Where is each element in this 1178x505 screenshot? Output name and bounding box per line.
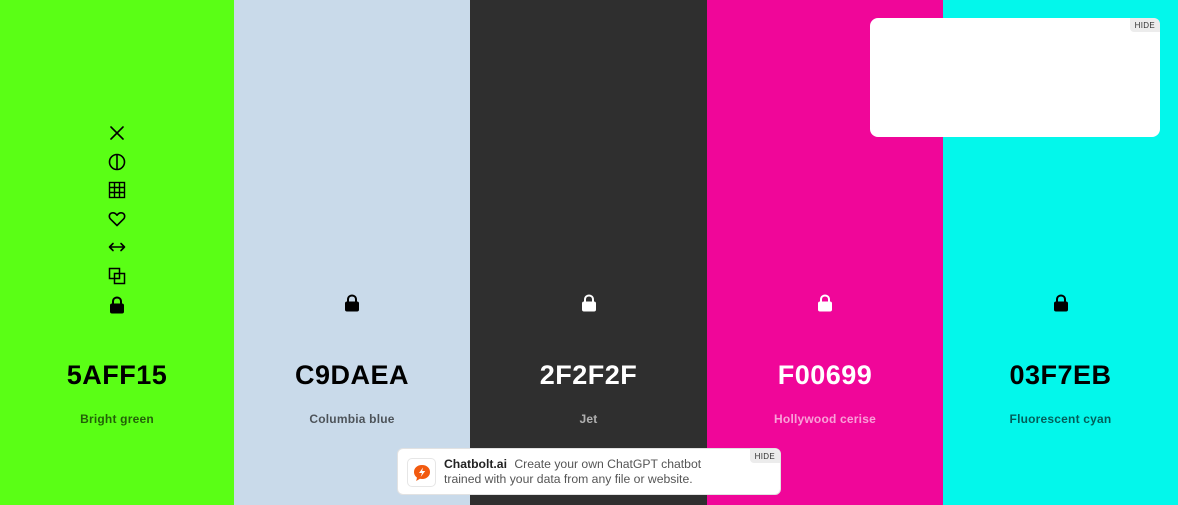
swatch-3[interactable]: 2F2F2F Jet [470,0,707,505]
chatbolt-text: Chatbolt.ai Create your own ChatGPT chat… [444,457,734,487]
color-name: Jet [579,412,598,426]
ad-hide-button[interactable]: HIDE [1129,18,1160,32]
hex-code[interactable]: F00699 [707,360,943,391]
lock-icon[interactable] [577,291,601,315]
hex-code[interactable]: 2F2F2F [470,360,707,391]
color-name: Columbia blue [309,412,395,426]
hex-code[interactable]: 5AFF15 [0,360,234,391]
shades-grid-icon[interactable] [105,178,129,202]
close-icon[interactable] [105,121,129,145]
chatbolt-logo-icon [407,458,436,487]
color-name: Hollywood cerise [774,412,876,426]
color-name: Fluorescent cyan [1009,412,1112,426]
lock-icon[interactable] [105,293,129,317]
chatbolt-promo[interactable]: Chatbolt.ai Create your own ChatGPT chat… [397,448,781,495]
chatbolt-hide-button[interactable]: HIDE [749,449,780,463]
swatch-1[interactable]: 5AFF15 Bright green [0,0,234,505]
contrast-icon[interactable] [105,150,129,174]
chatbolt-brand: Chatbolt.ai [444,457,507,471]
color-name: Bright green [80,412,154,426]
ad-panel: HIDE [870,18,1160,137]
drag-arrows-icon[interactable] [105,235,129,259]
hex-code[interactable]: 03F7EB [943,360,1178,391]
lock-icon[interactable] [813,291,837,315]
hex-code[interactable]: C9DAEA [234,360,470,391]
copy-icon[interactable] [105,264,129,288]
swatch-toolbar [0,121,234,321]
heart-icon[interactable] [105,207,129,231]
lock-icon[interactable] [340,291,364,315]
swatch-2[interactable]: C9DAEA Columbia blue [234,0,470,505]
lock-icon[interactable] [1049,291,1073,315]
